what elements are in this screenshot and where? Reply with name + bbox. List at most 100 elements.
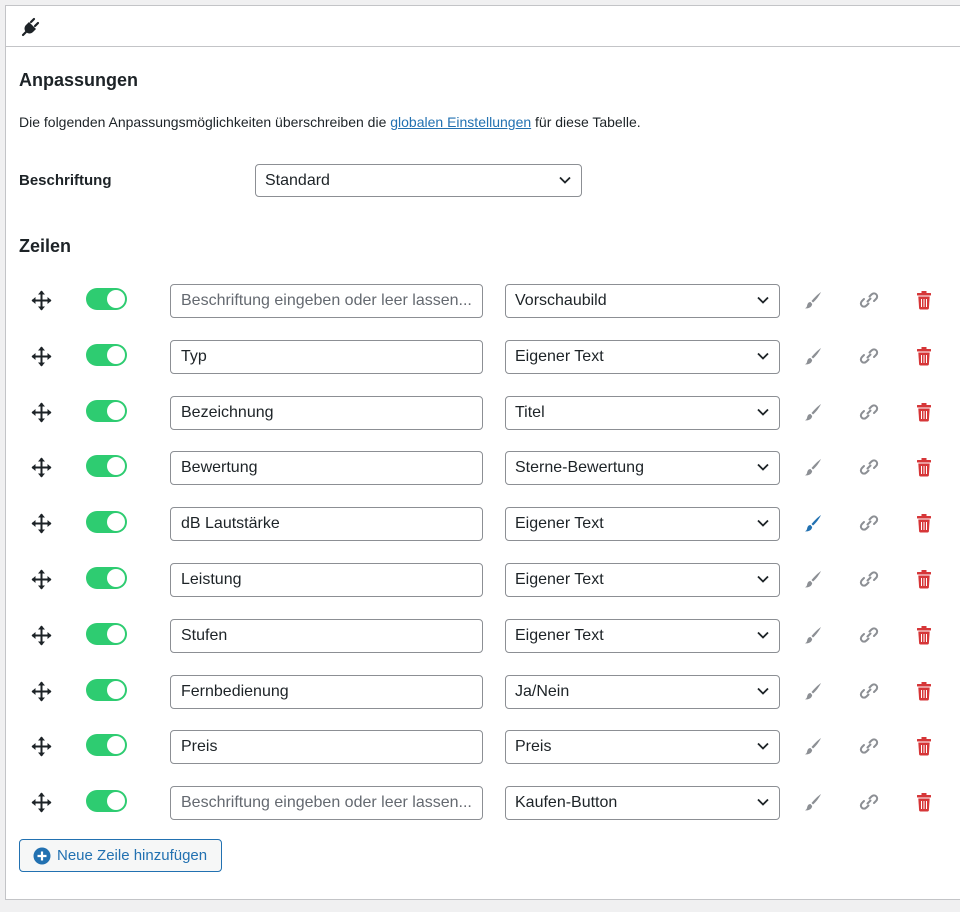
table-row: Stufen Eigener Text	[6, 618, 960, 653]
row-type-value: Eigener Text	[515, 626, 604, 644]
row-enabled-toggle[interactable]	[86, 678, 127, 701]
table-row: Bewertung Sterne-Bewertung	[6, 451, 960, 486]
global-settings-link[interactable]: globalen Einstellungen	[390, 114, 531, 130]
chevron-down-icon	[757, 575, 769, 583]
table-row: Beschriftung eingeben oder leer lassen..…	[6, 786, 960, 821]
row-label-input[interactable]: Stufen	[170, 618, 483, 653]
move-icon[interactable]	[31, 402, 52, 423]
row-type-select[interactable]: Vorschaubild	[505, 284, 780, 318]
paintbrush-icon[interactable]	[803, 625, 823, 645]
row-type-select[interactable]: Eigener Text	[505, 563, 780, 597]
row-type-value: Titel	[515, 403, 545, 421]
table-row: Typ Eigener Text	[6, 339, 960, 374]
description-text: Die folgenden Anpassungsmöglichkeiten üb…	[19, 114, 391, 130]
link-icon[interactable]	[859, 346, 879, 366]
row-enabled-toggle[interactable]	[86, 288, 127, 310]
caption-select[interactable]: Standard	[255, 164, 582, 197]
paintbrush-icon[interactable]	[803, 457, 823, 477]
trash-icon[interactable]	[916, 625, 932, 645]
row-enabled-toggle[interactable]	[86, 567, 127, 589]
chevron-down-icon	[757, 631, 769, 639]
row-label-input[interactable]: Bezeichnung	[170, 395, 483, 430]
move-icon[interactable]	[31, 290, 52, 311]
row-enabled-toggle[interactable]	[86, 622, 127, 645]
row-type-select[interactable]: Titel	[505, 395, 780, 430]
row-enabled-toggle[interactable]	[86, 343, 127, 366]
row-type-select[interactable]: Eigener Text	[505, 618, 780, 653]
table-row: Preis Preis	[6, 730, 960, 765]
link-icon[interactable]	[859, 625, 879, 645]
row-type-value: Eigener Text	[515, 347, 604, 365]
trash-icon[interactable]	[916, 736, 932, 756]
caption-label: Beschriftung	[19, 172, 112, 189]
table-row: Leistung Eigener Text	[6, 563, 960, 597]
paintbrush-icon[interactable]	[803, 290, 823, 310]
trash-icon[interactable]	[916, 792, 932, 812]
row-label-input[interactable]: Typ	[170, 339, 483, 374]
chevron-down-icon	[757, 464, 769, 472]
description-text-end: für diese Tabelle.	[531, 114, 641, 130]
link-icon[interactable]	[859, 402, 879, 422]
row-enabled-toggle[interactable]	[86, 511, 127, 534]
row-label-input[interactable]: Beschriftung eingeben oder leer lassen..…	[170, 786, 483, 821]
move-icon[interactable]	[31, 346, 52, 367]
row-type-select[interactable]: Eigener Text	[505, 507, 780, 542]
add-row-label: Neue Zeile hinzufügen	[57, 847, 208, 864]
move-icon[interactable]	[31, 513, 52, 534]
paintbrush-icon[interactable]	[803, 402, 823, 422]
move-icon[interactable]	[31, 569, 52, 590]
link-icon[interactable]	[859, 792, 879, 812]
row-type-select[interactable]: Eigener Text	[505, 339, 780, 374]
link-icon[interactable]	[859, 736, 879, 756]
paintbrush-icon[interactable]	[803, 569, 823, 589]
link-icon[interactable]	[859, 457, 879, 477]
paintbrush-icon[interactable]	[803, 736, 823, 756]
move-icon[interactable]	[31, 681, 52, 702]
move-icon[interactable]	[31, 457, 52, 478]
row-label-input[interactable]: dB Lautstärke	[170, 507, 483, 542]
trash-icon[interactable]	[916, 402, 932, 422]
trash-icon[interactable]	[916, 290, 932, 310]
table-row: dB Lautstärke Eigener Text	[6, 507, 960, 542]
row-label-input[interactable]: Preis	[170, 730, 483, 765]
trash-icon[interactable]	[916, 513, 932, 533]
row-type-select[interactable]: Ja/Nein	[505, 674, 780, 709]
row-label-input[interactable]: Bewertung	[170, 451, 483, 486]
chevron-down-icon	[757, 296, 769, 304]
move-icon[interactable]	[31, 736, 52, 757]
row-enabled-toggle[interactable]	[86, 734, 127, 757]
link-icon[interactable]	[859, 569, 879, 589]
paintbrush-icon[interactable]	[803, 346, 823, 366]
row-enabled-toggle[interactable]	[86, 790, 127, 813]
rows-title: Zeilen	[19, 236, 72, 256]
move-icon[interactable]	[31, 625, 52, 646]
row-label-input[interactable]: Fernbedienung	[170, 674, 483, 709]
link-icon[interactable]	[859, 513, 879, 533]
row-type-select[interactable]: Kaufen-Button	[505, 786, 780, 821]
trash-icon[interactable]	[916, 457, 932, 477]
move-icon[interactable]	[31, 792, 52, 813]
table-row: Fernbedienung Ja/Nein	[6, 674, 960, 709]
caption-select-value: Standard	[265, 172, 330, 189]
link-icon[interactable]	[859, 681, 879, 701]
add-row-button[interactable]: Neue Zeile hinzufügen	[19, 839, 222, 872]
row-label-input[interactable]: Beschriftung eingeben oder leer lassen..…	[170, 284, 483, 318]
chevron-down-icon	[757, 520, 769, 527]
row-enabled-toggle[interactable]	[86, 455, 127, 478]
row-type-select[interactable]: Preis	[505, 730, 780, 765]
link-icon[interactable]	[859, 290, 879, 310]
row-type-select[interactable]: Sterne-Bewertung	[505, 451, 780, 486]
plug-icon	[21, 17, 40, 37]
row-type-value: Kaufen-Button	[515, 794, 618, 812]
paintbrush-icon[interactable]	[803, 681, 823, 701]
chevron-down-icon	[757, 743, 769, 751]
trash-icon[interactable]	[916, 569, 932, 589]
customizations-panel: Anpassungen Die folgenden Anpassungsmögl…	[5, 5, 960, 900]
paintbrush-icon[interactable]	[803, 513, 823, 533]
row-label-input[interactable]: Leistung	[170, 563, 483, 597]
paintbrush-icon[interactable]	[803, 792, 823, 812]
trash-icon[interactable]	[916, 346, 932, 366]
panel-header	[6, 6, 960, 47]
row-enabled-toggle[interactable]	[86, 399, 127, 422]
trash-icon[interactable]	[916, 681, 932, 701]
